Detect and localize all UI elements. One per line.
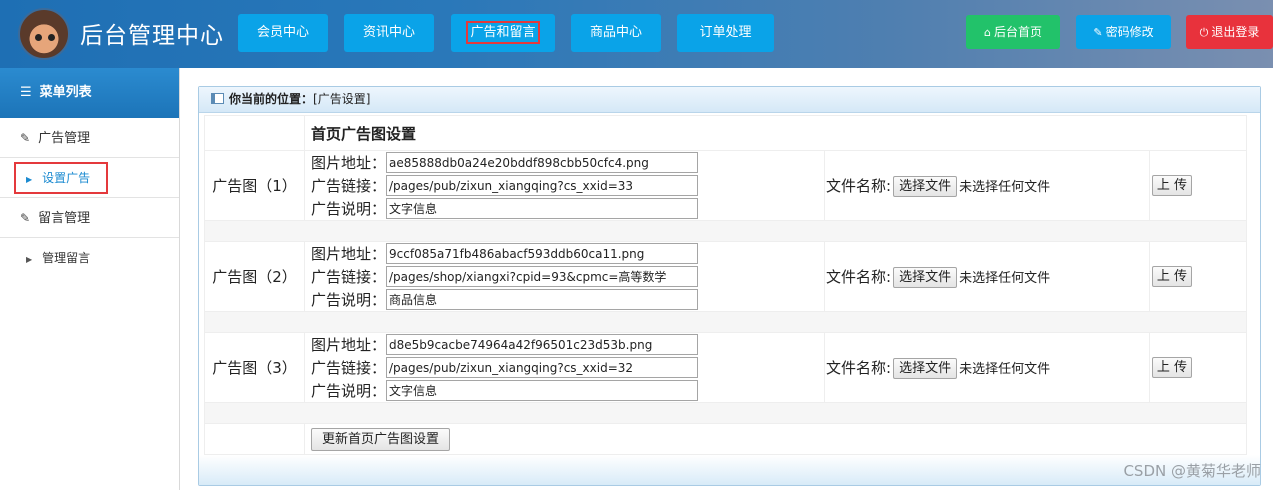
avatar-logo <box>18 8 70 60</box>
sidebar-item-ad-management[interactable]: ✎ 广告管理 <box>0 118 179 158</box>
list-icon: ☰ <box>20 85 32 100</box>
sidebar-item-message-management[interactable]: ✎ 留言管理 <box>0 198 179 238</box>
ad-desc-input[interactable] <box>386 289 699 310</box>
breadcrumb: 你当前的位置：[广告设置] <box>199 87 1260 113</box>
sidebar: ☰ 菜单列表 ✎ 广告管理 ▶ 设置广告 ✎ 留言管理 ▶ 管理留言 <box>0 68 180 490</box>
ad-image-input[interactable] <box>386 243 699 264</box>
edit-icon: ✎ <box>20 211 31 225</box>
wrench-icon: ✎ <box>1093 26 1103 39</box>
ad-image-input[interactable] <box>386 152 699 173</box>
upload-button[interactable]: 上 传 <box>1152 175 1192 196</box>
nav-order-processing[interactable]: 订单处理 <box>677 14 774 52</box>
logout-button[interactable]: ⏻ 退出登录 <box>1186 15 1273 49</box>
panel-footer <box>199 455 1260 485</box>
upload-button[interactable]: 上 传 <box>1152 357 1192 378</box>
ad-link-input[interactable] <box>386 266 699 287</box>
content-panel: 你当前的位置：[广告设置] 首页广告图设置 广告图（1） 图片地址： 广告链接：… <box>198 86 1261 486</box>
choose-file-button[interactable]: 选择文件 <box>893 175 958 197</box>
form-caption: 首页广告图设置 <box>311 124 417 143</box>
nav-member-center[interactable]: 会员中心 <box>238 14 328 52</box>
home-icon: ⌂ <box>984 26 991 39</box>
choose-file-button[interactable]: 选择文件 <box>893 357 958 379</box>
file-picker: 文件名称: 选择文件 未选择任何文件 <box>824 241 1150 312</box>
edit-icon: ✎ <box>20 131 31 145</box>
file-picker: 文件名称: 选择文件 未选择任何文件 <box>824 150 1150 221</box>
ad-label: 广告图（1） <box>204 150 305 221</box>
home-button[interactable]: ⌂ 后台首页 <box>966 15 1060 49</box>
power-icon: ⏻ <box>1199 26 1209 39</box>
ad-desc-input[interactable] <box>386 198 699 219</box>
app-title: 后台管理中心 <box>80 23 224 49</box>
ad-desc-input[interactable] <box>386 380 699 401</box>
update-ad-settings-button[interactable]: 更新首页广告图设置 <box>311 427 451 451</box>
sidebar-heading: ☰ 菜单列表 <box>0 68 179 118</box>
ad-row: 广告图（2） 图片地址： 广告链接： 广告说明： 文件名称:选择文件未选择任何文… <box>204 241 1247 312</box>
nav-product-center[interactable]: 商品中心 <box>571 14 661 52</box>
nav-news-center[interactable]: 资讯中心 <box>344 14 434 52</box>
ad-link-input[interactable] <box>386 357 699 378</box>
file-picker: 文件名称: 选择文件 未选择任何文件 <box>824 332 1150 403</box>
window-icon <box>211 93 224 104</box>
ad-label: 广告图（3） <box>204 332 305 403</box>
caret-right-icon: ▶ <box>26 255 33 264</box>
nav-ads-and-messages[interactable]: 广告和留言 <box>451 14 555 52</box>
watermark: CSDN @黄菊华老师 <box>1123 462 1261 480</box>
sidebar-item-manage-messages[interactable]: ▶ 管理留言 <box>0 238 179 278</box>
ad-settings-form: 首页广告图设置 广告图（1） 图片地址： 广告链接： 广告说明： 文件名称:选择… <box>204 115 1247 455</box>
ad-row: 广告图（1） 图片地址： 广告链接： 广告说明： 文件名称:选择文件未选择任何文… <box>204 150 1247 221</box>
top-header: 后台管理中心 会员中心 资讯中心 广告和留言 商品中心 订单处理 ⌂ 后台首页 ✎… <box>0 0 1273 68</box>
change-password-button[interactable]: ✎ 密码修改 <box>1076 15 1171 49</box>
ad-row: 广告图（3） 图片地址： 广告链接： 广告说明： 文件名称:选择文件未选择任何文… <box>204 332 1247 403</box>
choose-file-button[interactable]: 选择文件 <box>893 266 958 288</box>
ad-image-input[interactable] <box>386 334 699 355</box>
ad-label: 广告图（2） <box>204 241 305 312</box>
ad-link-input[interactable] <box>386 175 699 196</box>
sidebar-item-set-ads[interactable]: ▶ 设置广告 <box>0 158 179 198</box>
upload-button[interactable]: 上 传 <box>1152 266 1192 287</box>
